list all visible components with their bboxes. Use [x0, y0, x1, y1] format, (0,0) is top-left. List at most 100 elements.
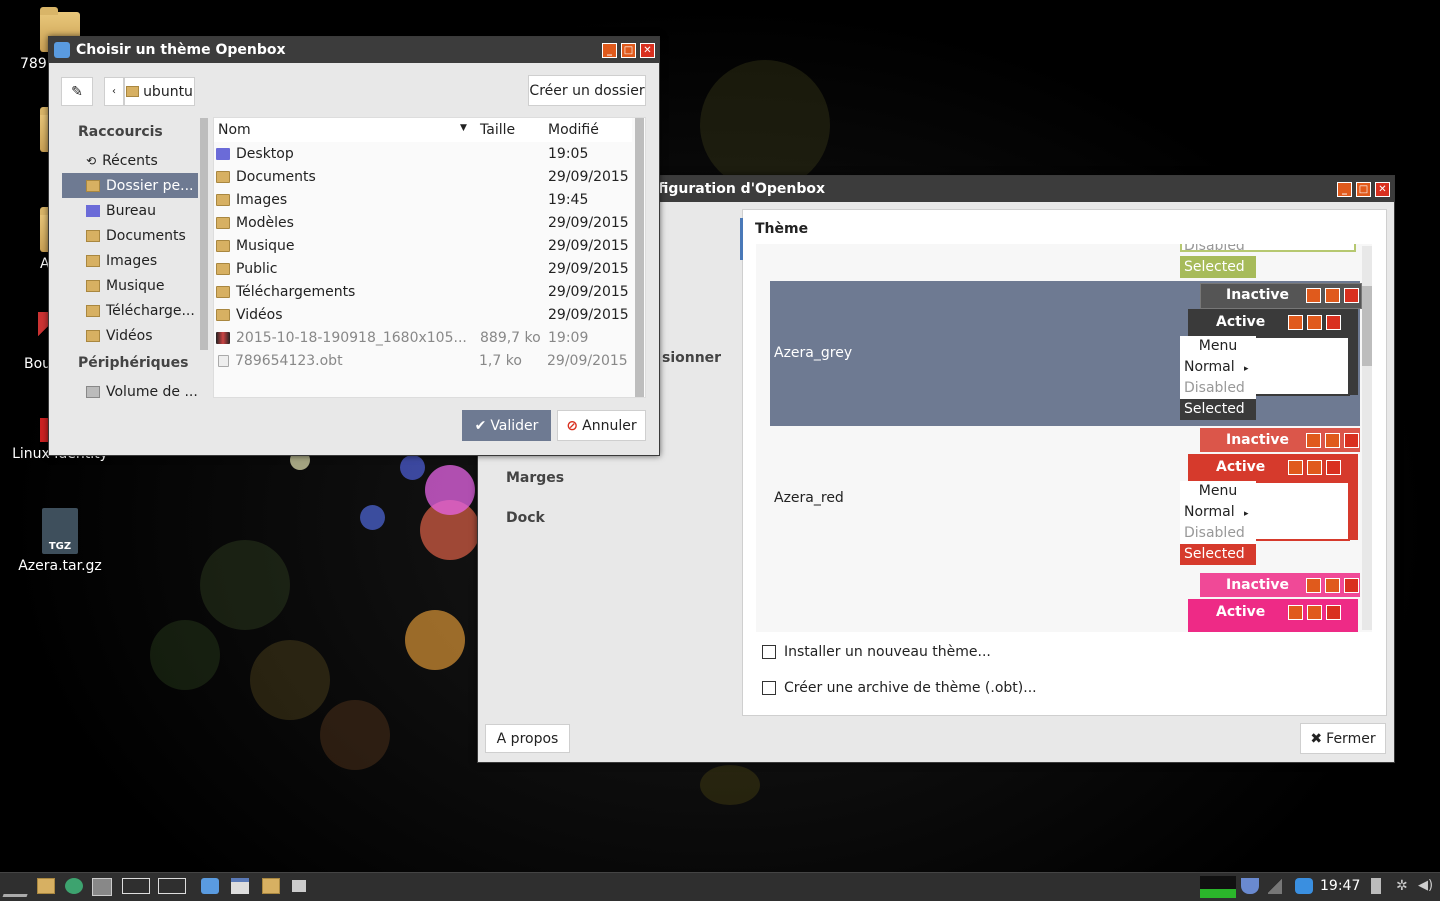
sidebar-item-downloads[interactable]: Télécharge...: [62, 298, 198, 323]
preview-active-buttons: [1288, 315, 1341, 330]
start-menu-icon[interactable]: [2, 878, 34, 897]
sidebar-item-images[interactable]: Images: [62, 248, 198, 273]
column-modified[interactable]: Modifié: [548, 122, 599, 138]
chooser-title: Choisir un thème Openbox: [76, 42, 286, 58]
file-name: Modèles: [236, 214, 294, 231]
theme-row-azera-grey[interactable]: Azera_grey Inactive Active Menu Normal D…: [770, 281, 1362, 426]
desktop-icon-azera-tgz[interactable]: TGZ Azera.tar.gz: [10, 508, 110, 574]
volume-icon[interactable]: ◀): [1418, 878, 1434, 894]
create-folder-button[interactable]: Créer un dossier: [528, 75, 646, 106]
file-name: 2015-10-18-190918_1680x105...: [236, 329, 467, 346]
file-manager-icon[interactable]: [37, 878, 55, 894]
file-row[interactable]: Images 19:45: [216, 188, 634, 211]
install-theme-button[interactable]: Installer un nouveau thème...: [756, 638, 1372, 666]
settings-icon[interactable]: ✲: [1396, 878, 1410, 894]
browser-icon[interactable]: [65, 878, 83, 894]
sidebar-item-recents[interactable]: ⟲ Récents: [62, 148, 198, 173]
file-row[interactable]: Vidéos 29/09/2015: [216, 303, 634, 326]
clock-icon: ⟲: [86, 153, 97, 168]
sidebar-scrollbar[interactable]: [200, 118, 208, 350]
file-row[interactable]: Modèles 29/09/2015: [216, 211, 634, 234]
file-size: 889,7 ko: [480, 329, 541, 346]
terminal-task-icon[interactable]: [292, 880, 306, 892]
preview-menu: Menu Normal Disabled Selected: [1180, 481, 1256, 565]
close-button[interactable]: ✖ Fermer: [1300, 723, 1386, 754]
chooser-titlebar[interactable]: Choisir un thème Openbox _ □ ✕: [49, 37, 659, 63]
sidebar-item-volume[interactable]: Volume de ...: [62, 379, 198, 404]
cancel-icon: ⊘: [566, 417, 579, 434]
file-modified: 29/09/2015: [548, 260, 629, 277]
file-modified: 29/09/2015: [548, 283, 629, 300]
file-row[interactable]: Musique 29/09/2015: [216, 234, 634, 257]
config-sidebar-dock[interactable]: Dock: [506, 510, 545, 526]
sidebar-item-home[interactable]: Dossier pe...: [62, 173, 198, 198]
file-row[interactable]: Desktop 19:05: [216, 142, 634, 165]
file-row[interactable]: Téléchargements 29/09/2015: [216, 280, 634, 303]
sidebar-item-label: Télécharge...: [106, 302, 195, 319]
desktop-2-icon[interactable]: [158, 878, 186, 894]
file-name: Téléchargements: [236, 283, 356, 300]
folder-icon: [86, 254, 100, 267]
file-row[interactable]: 789654123.obt 1,7 ko 29/09/2015: [216, 349, 634, 372]
sidebar-item-documents[interactable]: Documents: [62, 223, 198, 248]
config-sidebar-marges[interactable]: Marges: [506, 470, 564, 486]
folder-icon: [86, 304, 100, 317]
cancel-button[interactable]: ⊘ Annuler: [557, 410, 646, 441]
shield-icon[interactable]: [1241, 878, 1259, 894]
folder-task-icon[interactable]: [262, 878, 280, 894]
preview-menu: Menu Normal Disabled Selected: [1180, 336, 1256, 420]
theme-list[interactable]: Disabled Selected Azera_grey Inactive Ac…: [756, 244, 1372, 632]
clock[interactable]: 19:47: [1320, 878, 1360, 894]
sidebar-item-videos[interactable]: Vidéos: [62, 323, 198, 348]
file-name: Images: [236, 191, 288, 208]
file-row[interactable]: Documents 29/09/2015: [216, 165, 634, 188]
close-window-button[interactable]: ✕: [640, 42, 655, 58]
file-row[interactable]: Public 29/09/2015: [216, 257, 634, 280]
path-button-ubuntu[interactable]: ubuntu: [124, 77, 195, 106]
cpu-monitor-icon: [1200, 876, 1236, 898]
folder-icon: [216, 193, 230, 206]
ok-label: Valider: [490, 417, 539, 434]
file-modified: 29/09/2015: [548, 306, 629, 323]
maximize-button[interactable]: □: [1356, 181, 1371, 197]
openbox-config-task-icon[interactable]: [201, 878, 219, 894]
minimize-button[interactable]: _: [1337, 181, 1352, 197]
minimize-button[interactable]: _: [602, 42, 617, 58]
file-name: Desktop: [236, 145, 294, 162]
maximize-button[interactable]: □: [621, 42, 636, 58]
theme-row-azera-red[interactable]: Azera_red Inactive Active Menu Normal Di…: [770, 426, 1360, 571]
file-row[interactable]: 2015-10-18-190918_1680x105... 889,7 ko 1…: [216, 326, 634, 349]
windows-switcher-icon[interactable]: [92, 878, 112, 896]
close-icon: ✖: [1310, 730, 1323, 747]
sidebar-item-label: Documents: [106, 227, 186, 244]
submenu-arrow-icon: ▸: [1244, 509, 1249, 519]
folder-icon: [216, 170, 230, 183]
column-name[interactable]: Nom: [218, 122, 251, 138]
preview-active-title: Active: [1216, 459, 1266, 475]
edit-location-button[interactable]: ✎: [61, 77, 93, 106]
close-window-button[interactable]: ✕: [1375, 181, 1390, 197]
column-size[interactable]: Taille: [480, 122, 515, 138]
desktop-1-icon[interactable]: [122, 878, 150, 894]
sidebar-item-music[interactable]: Musique: [62, 273, 198, 298]
ok-button[interactable]: ✔ Valider: [462, 410, 551, 441]
folder-icon: [86, 229, 100, 242]
partial-menu-selected: Selected: [1180, 256, 1256, 278]
window-task-icon[interactable]: [231, 878, 249, 894]
signal-icon[interactable]: [1268, 878, 1282, 894]
file-size: 1,7 ko: [479, 352, 522, 369]
config-sidebar-partial[interactable]: sionner: [662, 350, 721, 366]
battery-icon[interactable]: [1371, 878, 1381, 894]
preview-inactive-buttons: [1306, 288, 1359, 303]
file-list-scrollbar[interactable]: [635, 118, 644, 397]
about-button[interactable]: A propos: [485, 724, 570, 753]
archive-badge: TGZ: [48, 541, 72, 552]
theme-row-pink[interactable]: Inactive Active: [770, 571, 1360, 632]
create-archive-button[interactable]: Créer une archive de thème (.obt)...: [756, 674, 1372, 702]
path-back-button[interactable]: ‹: [104, 77, 124, 106]
sidebar-item-desktop[interactable]: Bureau: [62, 198, 198, 223]
network-icon[interactable]: [1295, 878, 1313, 894]
theme-list-scrollbar[interactable]: [1362, 246, 1372, 630]
drive-icon: [86, 385, 100, 398]
scrollbar-thumb[interactable]: [1362, 286, 1372, 366]
